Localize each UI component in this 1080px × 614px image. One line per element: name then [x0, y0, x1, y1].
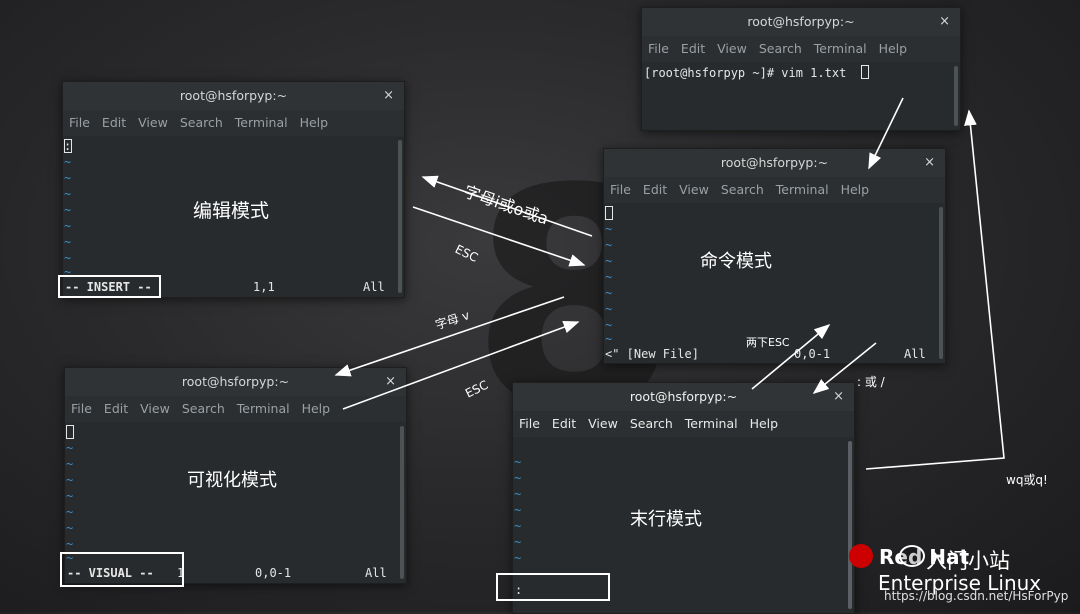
transition-arrows	[334, 97, 1005, 470]
arrow-insert-to-command	[412, 206, 586, 267]
arrow-shell-to-command	[868, 97, 904, 170]
arrow-visual-to-command	[342, 320, 580, 410]
arrow-command-to-visual	[334, 296, 565, 377]
wechat-icon	[899, 545, 925, 567]
label-colon-or-slash: : 或 /	[857, 375, 885, 389]
watermark-url: https://blog.csdn.net/HsForPyp	[884, 589, 1069, 603]
label-wq: wq或q!	[1006, 473, 1048, 487]
arrow-lastline-to-shell	[865, 109, 1005, 470]
label-two-esc: 两下ESC	[746, 336, 790, 349]
redhat-logo-icon	[849, 544, 873, 568]
